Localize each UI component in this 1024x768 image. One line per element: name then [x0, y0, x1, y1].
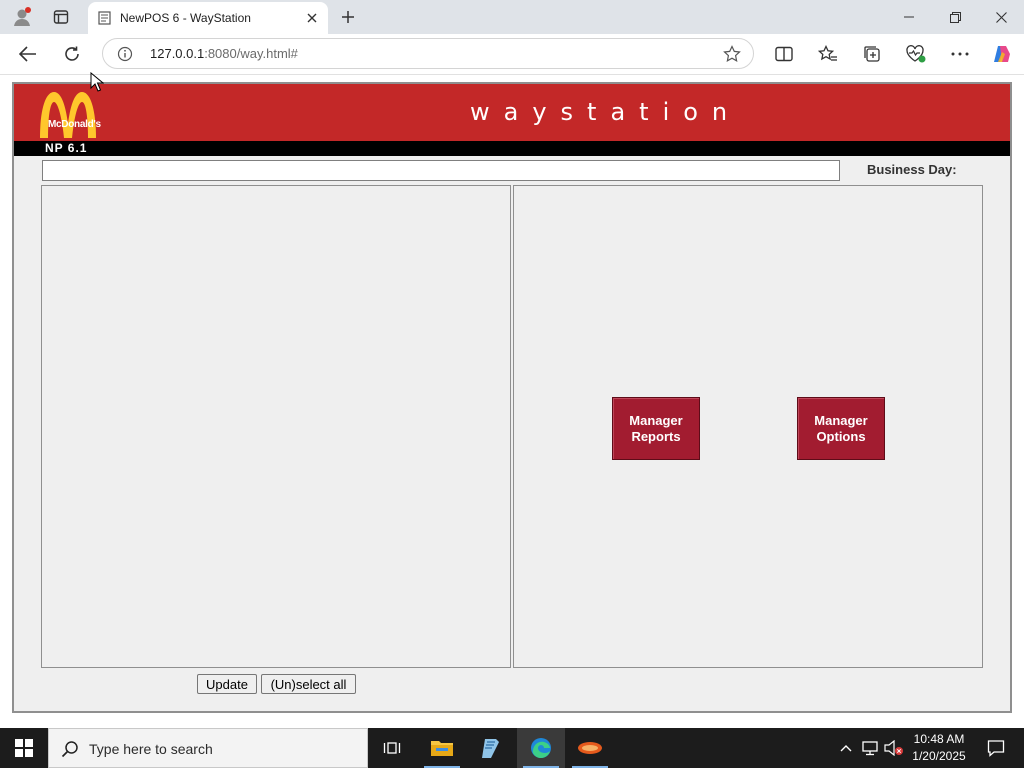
page-viewport: McDonald's waystation NP 6.1 Business Da… — [0, 75, 1024, 728]
version-label: NP 6.1 — [45, 141, 88, 155]
plus-icon[interactable] — [336, 5, 360, 29]
pos-app-icon[interactable] — [566, 728, 614, 768]
tab-bar: NewPOS 6 - WayStation — [0, 0, 1024, 34]
notepad-icon[interactable] — [467, 728, 515, 768]
update-button[interactable]: Update — [197, 674, 257, 694]
close-icon[interactable] — [304, 10, 320, 26]
refresh-icon[interactable] — [58, 40, 86, 68]
right-actions-panel: Manager Reports Manager Options — [513, 185, 983, 668]
tab-title: NewPOS 6 - WayStation — [120, 11, 251, 25]
tab-actions-icon[interactable] — [48, 0, 74, 34]
golden-arches-logo — [40, 92, 96, 138]
back-arrow-icon[interactable] — [14, 40, 42, 68]
address-bar[interactable]: 127.0.0.1:8080/way.html# — [102, 38, 754, 69]
volume-muted-icon[interactable] — [882, 728, 906, 768]
copilot-icon[interactable] — [988, 40, 1016, 68]
system-clock[interactable]: 10:48 AM 1/20/2025 — [906, 731, 972, 765]
split-screen-icon[interactable] — [770, 40, 798, 68]
profile-icon[interactable] — [8, 0, 36, 34]
restore-icon[interactable] — [932, 0, 978, 34]
minimize-icon[interactable] — [886, 0, 932, 34]
brand-text: McDonald's — [48, 119, 101, 130]
business-day-label: Business Day: — [867, 162, 957, 177]
favorites-icon[interactable] — [814, 40, 842, 68]
task-view-icon[interactable] — [368, 728, 416, 768]
taskbar-search-box[interactable]: Type here to search — [48, 728, 368, 768]
taskbar: Type here to search 10:48 AM 1/20/2025 — [0, 728, 1024, 768]
search-placeholder: Type here to search — [89, 741, 213, 757]
unselect-all-button[interactable]: (Un)select all — [261, 674, 356, 694]
manager-reports-button[interactable]: Manager Reports — [612, 397, 700, 460]
more-icon[interactable] — [946, 40, 974, 68]
left-list-panel[interactable] — [41, 185, 511, 668]
clock-time: 10:48 AM — [913, 732, 965, 746]
file-explorer-icon[interactable] — [418, 728, 466, 768]
notification-icon[interactable] — [976, 728, 1016, 768]
search-icon — [61, 740, 79, 758]
version-bar: NP 6.1 — [14, 141, 1010, 156]
heart-pulse-icon[interactable] — [902, 40, 930, 68]
windows-start-icon[interactable] — [0, 728, 48, 768]
info-icon[interactable] — [117, 46, 133, 62]
mouse-cursor-icon — [90, 72, 104, 92]
page-icon — [97, 11, 111, 25]
header-banner: McDonald's waystation — [14, 84, 1010, 141]
waystation-frame: McDonald's waystation NP 6.1 Business Da… — [12, 82, 1012, 713]
manager-options-button[interactable]: Manager Options — [797, 397, 885, 460]
browser-tab[interactable]: NewPOS 6 - WayStation — [88, 2, 328, 34]
network-icon[interactable] — [858, 728, 882, 768]
chevron-up-icon[interactable] — [836, 728, 856, 768]
app-title: waystation — [470, 98, 742, 126]
close-icon[interactable] — [978, 0, 1024, 34]
clock-date: 1/20/2025 — [912, 749, 966, 763]
browser-toolbar: 127.0.0.1:8080/way.html# — [0, 34, 1024, 75]
url-text: 127.0.0.1:8080/way.html# — [150, 46, 298, 61]
star-icon[interactable] — [723, 45, 741, 63]
edge-icon[interactable] — [517, 728, 565, 768]
message-field[interactable] — [42, 160, 840, 181]
collections-icon[interactable] — [858, 40, 886, 68]
